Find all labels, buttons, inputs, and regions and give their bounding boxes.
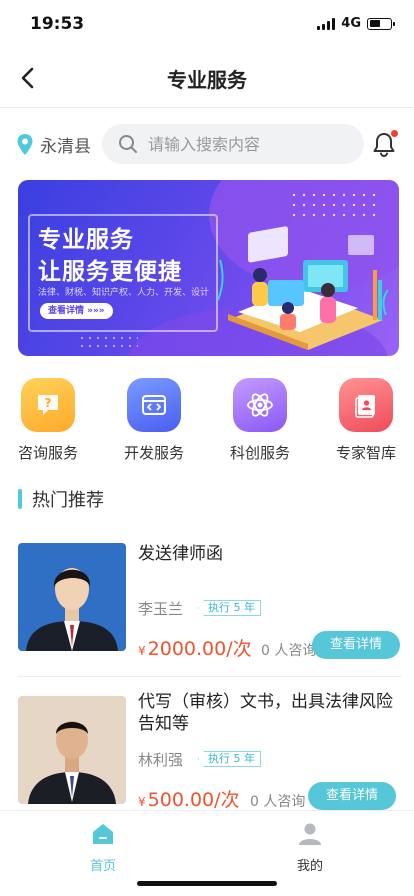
category-consult[interactable]: ? 咨询服务 bbox=[8, 378, 88, 463]
banner-title: 专业服务 bbox=[38, 227, 134, 253]
provider-name: 林利强 bbox=[138, 751, 184, 769]
bell-icon[interactable] bbox=[370, 130, 398, 158]
section-accent-bar bbox=[18, 489, 22, 509]
consult-count: 0 人咨询 bbox=[250, 794, 306, 810]
price-value: 2000.00/次 bbox=[147, 638, 252, 660]
category-label: 开发服务 bbox=[123, 444, 184, 462]
provider-name: 李玉兰 bbox=[138, 600, 184, 618]
svg-text:?: ? bbox=[45, 396, 52, 410]
banner-dots-decoration bbox=[289, 190, 379, 218]
currency-symbol: ¥ bbox=[138, 795, 146, 809]
divider bbox=[18, 676, 402, 677]
signal-icon bbox=[317, 17, 336, 30]
experience-tag: 执行 5 年 bbox=[198, 600, 261, 616]
category-label: 专家智库 bbox=[335, 444, 396, 462]
currency-symbol: ¥ bbox=[138, 644, 146, 658]
location-text: 永清县 bbox=[40, 137, 91, 157]
service-categories: ? 咨询服务 开发服务 科创服务 专家智库 bbox=[0, 378, 414, 468]
promo-banner[interactable]: 专业服务 让服务更便捷 法律、财税、知识产权、人力、开发、设计 查看详情 »»» bbox=[18, 180, 399, 356]
category-label: 科创服务 bbox=[229, 444, 290, 462]
lawyer-photo bbox=[18, 696, 126, 804]
user-icon bbox=[299, 823, 321, 845]
search-icon bbox=[119, 135, 137, 153]
consult-count: 0 人咨询 bbox=[261, 643, 317, 659]
atom-icon bbox=[233, 378, 287, 432]
tab-label: 首页 bbox=[89, 859, 116, 874]
navigation-bar: 专业服务 bbox=[0, 48, 414, 108]
price: ¥2000.00/次 bbox=[138, 634, 252, 661]
section-title: 热门推荐 bbox=[32, 490, 104, 511]
section-header: 热门推荐 bbox=[18, 486, 104, 512]
category-label: 咨询服务 bbox=[17, 444, 78, 462]
question-chat-icon: ? bbox=[21, 378, 75, 432]
banner-subtitle: 法律、财税、知识产权、人力、开发、设计 bbox=[38, 288, 210, 298]
search-bar[interactable] bbox=[102, 124, 364, 164]
status-time: 19:53 bbox=[30, 14, 85, 34]
expert-book-icon bbox=[339, 378, 393, 432]
view-details-button[interactable]: 查看详情 bbox=[312, 631, 400, 659]
card-title: 代写（审核）文书，出具法律风险告知等 bbox=[138, 692, 393, 734]
banner-dots-decoration bbox=[78, 334, 138, 350]
category-expert[interactable]: 专家智库 bbox=[326, 378, 406, 463]
banner-title: 让服务更便捷 bbox=[38, 259, 182, 285]
status-bar: 19:53 4G bbox=[0, 0, 414, 48]
view-details-button[interactable]: 查看详情 bbox=[308, 782, 396, 810]
category-development[interactable]: 开发服务 bbox=[114, 378, 194, 463]
home-indicator bbox=[137, 881, 277, 886]
search-row: 永清县 bbox=[0, 120, 414, 168]
tab-label: 我的 bbox=[296, 859, 323, 874]
location-pin-icon bbox=[17, 133, 33, 155]
search-input[interactable] bbox=[148, 134, 338, 154]
card-title: 发送律师函 bbox=[138, 544, 223, 564]
tab-profile[interactable]: 我的 bbox=[270, 821, 350, 874]
price-value: 500.00/次 bbox=[147, 789, 240, 811]
recommendation-card[interactable]: 发送律师函 李玉兰 执行 5 年 ¥2000.00/次 0 人咨询 查看详情 bbox=[18, 543, 402, 660]
experience-tag: 执行 5 年 bbox=[198, 751, 261, 767]
banner-detail-button[interactable]: 查看详情 »»» bbox=[40, 303, 113, 319]
lawyer-photo bbox=[18, 543, 126, 651]
status-indicators: 4G bbox=[317, 16, 395, 31]
network-type: 4G bbox=[341, 16, 361, 31]
recommendation-card[interactable]: 代写（审核）文书，出具法律风险告知等 林利强 执行 5 年 ¥500.00/次 … bbox=[18, 691, 402, 811]
code-window-icon bbox=[127, 378, 181, 432]
battery-icon bbox=[367, 17, 395, 30]
home-icon bbox=[93, 824, 113, 844]
location-selector[interactable]: 永清县 bbox=[16, 132, 91, 157]
price: ¥500.00/次 bbox=[138, 785, 240, 812]
category-innovation[interactable]: 科创服务 bbox=[220, 378, 300, 463]
banner-illustration bbox=[217, 226, 389, 350]
tab-home[interactable]: 首页 bbox=[63, 821, 143, 874]
notification-dot bbox=[391, 130, 398, 137]
page-title: 专业服务 bbox=[167, 68, 247, 92]
